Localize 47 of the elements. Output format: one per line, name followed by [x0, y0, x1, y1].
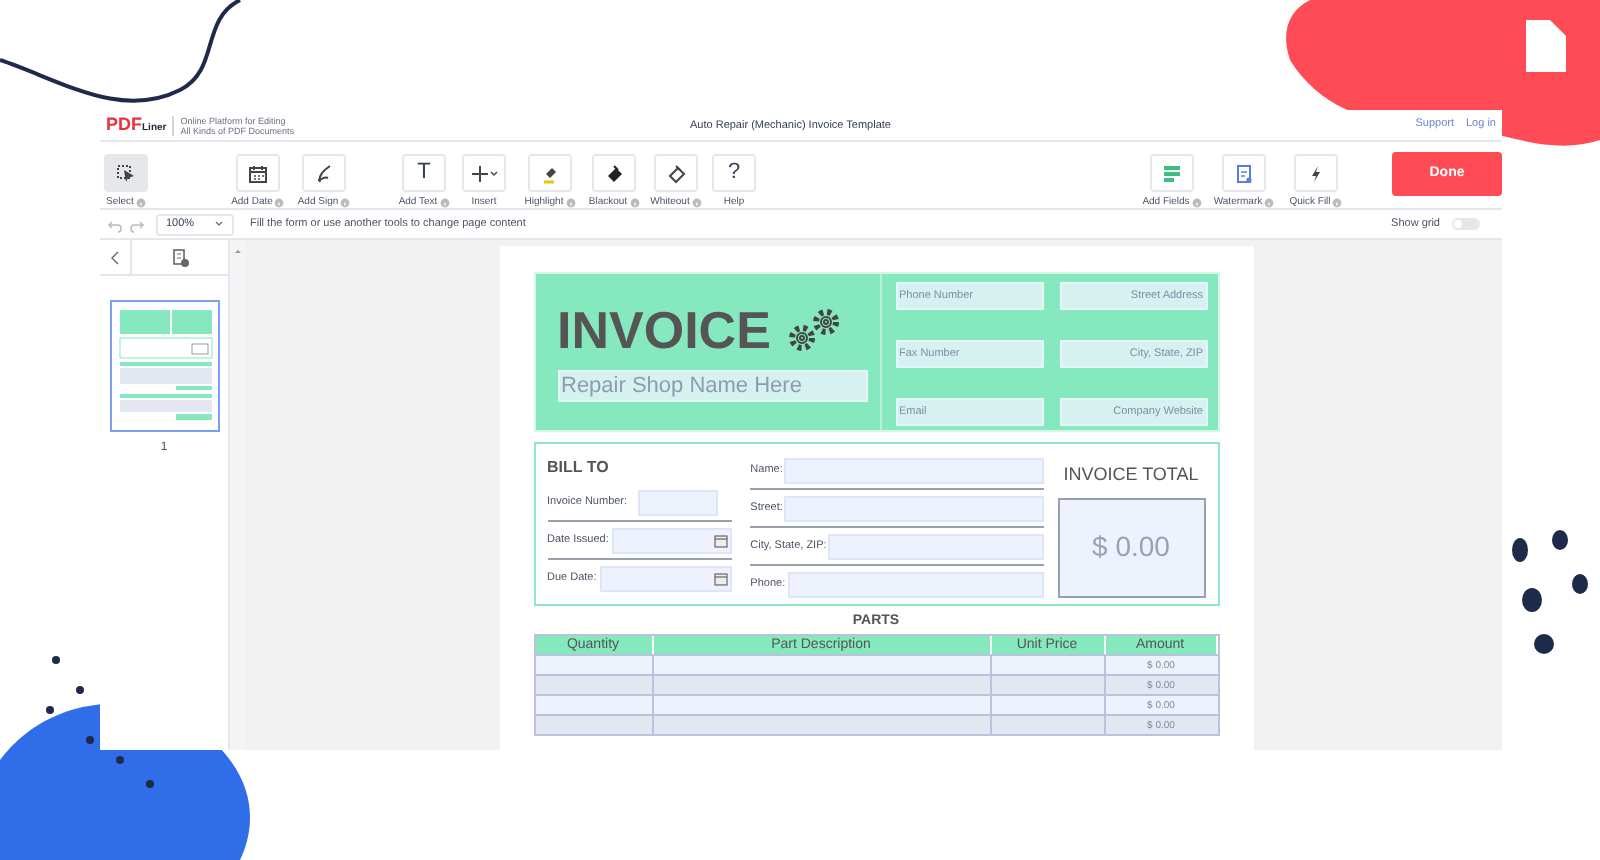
shop-name-field[interactable]: Repair Shop Name Here [557, 370, 867, 402]
tool-button[interactable] [104, 154, 148, 192]
tool-button[interactable] [528, 154, 572, 192]
input-field[interactable] [784, 457, 1043, 483]
input-field[interactable] [784, 495, 1043, 521]
tool-button[interactable] [592, 154, 636, 192]
caret-icon [214, 220, 224, 228]
lightning-icon [1306, 163, 1326, 183]
input-field[interactable] [787, 572, 1043, 598]
text-icon: T [417, 162, 431, 184]
date-field[interactable] [612, 527, 733, 553]
redo-icon[interactable] [128, 215, 146, 233]
plus-icon [470, 163, 498, 183]
tool-button[interactable]: ? [712, 154, 756, 192]
date-field[interactable] [600, 566, 733, 592]
page-thumbnail[interactable] [109, 300, 219, 432]
tool-button[interactable] [302, 154, 346, 192]
dots-drawing [1512, 530, 1588, 654]
marker-icon [540, 163, 560, 183]
cursor-icon [116, 163, 136, 183]
page-preview-drawing [115, 306, 215, 426]
document-icon [1234, 163, 1254, 183]
input-field[interactable] [637, 489, 719, 515]
eraser-icon [666, 163, 686, 183]
pages-icon[interactable] [171, 247, 189, 267]
tool-button[interactable] [462, 154, 506, 192]
total-field: $ 0.00 [1057, 497, 1205, 597]
tool-button[interactable] [236, 154, 280, 192]
tool-button[interactable]: T [402, 154, 446, 192]
toggle-switch[interactable] [1452, 218, 1480, 230]
dots-drawing [46, 656, 154, 788]
logo-text: PDF [106, 116, 142, 134]
scroll-up-icon[interactable] [234, 248, 242, 254]
eraser-icon [604, 163, 624, 183]
back-icon[interactable] [110, 249, 120, 265]
calendar-icon [714, 572, 729, 586]
total-heading: INVOICE TOTAL [1063, 462, 1199, 488]
tool-button[interactable] [654, 154, 698, 192]
calendar-icon [714, 533, 729, 547]
bill-to-heading: BILL TO [547, 456, 611, 480]
calendar-icon [248, 163, 268, 183]
undo-icon[interactable] [106, 215, 124, 233]
pen-icon [314, 163, 334, 183]
input-field[interactable] [828, 533, 1043, 559]
invoice-title: INVOICE [557, 304, 771, 356]
fields-icon [1162, 163, 1182, 183]
question-mark-icon: ? [727, 162, 741, 184]
